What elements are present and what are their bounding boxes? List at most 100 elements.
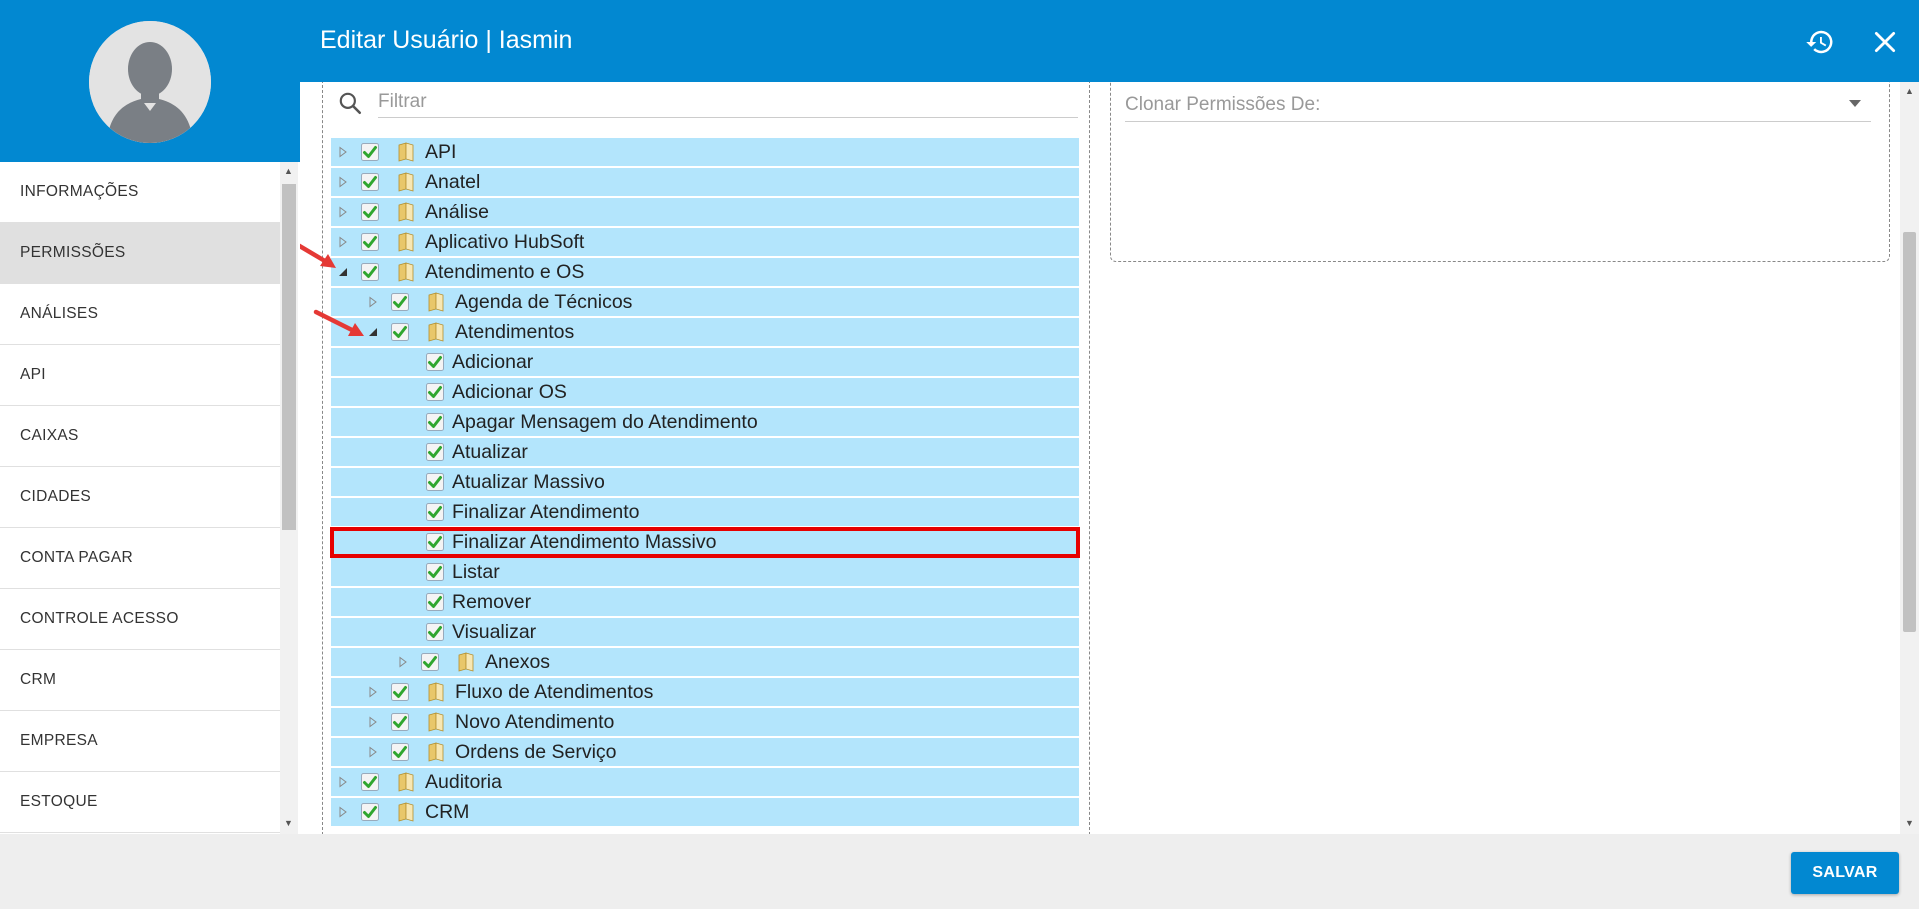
clone-permissions-select[interactable]: Clonar Permissões De: bbox=[1125, 88, 1871, 122]
checkbox-checked-icon[interactable] bbox=[391, 323, 409, 341]
sidebar-item-api[interactable]: API bbox=[0, 345, 280, 406]
checkbox-checked-icon[interactable] bbox=[361, 233, 379, 251]
tree-folder-row[interactable]: Anexos bbox=[331, 648, 1079, 677]
sidebar-item-estoque[interactable]: ESTOQUE bbox=[0, 772, 280, 833]
collapsed-triangle-icon[interactable] bbox=[337, 206, 349, 218]
collapsed-triangle-icon[interactable] bbox=[367, 296, 379, 308]
collapsed-triangle-icon[interactable] bbox=[337, 176, 349, 188]
scroll-down-icon[interactable]: ▼ bbox=[284, 818, 293, 828]
user-silhouette-icon bbox=[89, 21, 211, 143]
tree-permission-row[interactable]: Remover bbox=[331, 588, 1079, 617]
tree-permission-row[interactable]: Finalizar Atendimento Massivo bbox=[330, 527, 1080, 558]
checkbox-checked-icon[interactable] bbox=[361, 773, 379, 791]
collapsed-triangle-icon[interactable] bbox=[337, 146, 349, 158]
checkbox-checked-icon[interactable] bbox=[426, 593, 444, 611]
tree-permission-row[interactable]: Finalizar Atendimento bbox=[331, 498, 1079, 527]
tree-folder-row[interactable]: Agenda de Técnicos bbox=[331, 288, 1079, 317]
checkbox-checked-icon[interactable] bbox=[426, 383, 444, 401]
sidebar-item-empresa[interactable]: EMPRESA bbox=[0, 711, 280, 772]
checkbox-checked-icon[interactable] bbox=[426, 473, 444, 491]
sidebar-item-controle-acesso[interactable]: CONTROLE ACESSO bbox=[0, 589, 280, 650]
tree-permission-row[interactable]: Listar bbox=[331, 558, 1079, 587]
tree-node-label: Novo Atendimento bbox=[455, 710, 615, 733]
scroll-up-icon[interactable]: ▲ bbox=[1905, 86, 1914, 96]
folder-icon bbox=[427, 742, 445, 762]
checkbox-checked-icon[interactable] bbox=[421, 653, 439, 671]
folder-icon bbox=[427, 292, 445, 312]
clone-permissions-placeholder: Clonar Permissões De: bbox=[1125, 93, 1321, 115]
sidebar-item-conta-pagar[interactable]: CONTA PAGAR bbox=[0, 528, 280, 589]
folder-icon bbox=[397, 262, 415, 282]
tree-folder-row[interactable]: Atendimento e OS bbox=[331, 258, 1079, 287]
sidebar-item-analises[interactable]: ANÁLISES bbox=[0, 284, 280, 345]
tree-node-label: Agenda de Técnicos bbox=[455, 290, 633, 313]
tree-permission-row[interactable]: Visualizar bbox=[331, 618, 1079, 647]
close-button[interactable] bbox=[1865, 22, 1905, 62]
sidebar-item-crm[interactable]: CRM bbox=[0, 650, 280, 711]
folder-icon bbox=[397, 772, 415, 792]
checkbox-checked-icon[interactable] bbox=[361, 143, 379, 161]
save-button[interactable]: SALVAR bbox=[1791, 852, 1899, 894]
content-scroll-thumb[interactable] bbox=[1903, 232, 1916, 632]
folder-icon bbox=[427, 712, 445, 732]
tree-node-label: Adicionar bbox=[452, 350, 534, 373]
tree-node-label: Fluxo de Atendimentos bbox=[455, 680, 654, 703]
scroll-up-icon[interactable]: ▲ bbox=[284, 166, 293, 176]
checkbox-checked-icon[interactable] bbox=[426, 533, 444, 551]
content-scrollbar[interactable]: ▲ ▼ bbox=[1900, 82, 1919, 834]
checkbox-checked-icon[interactable] bbox=[426, 623, 444, 641]
checkbox-checked-icon[interactable] bbox=[391, 683, 409, 701]
tree-node-label: Remover bbox=[452, 590, 532, 613]
tree-node-label: Atendimentos bbox=[455, 320, 575, 343]
tree-folder-row[interactable]: Atendimentos bbox=[331, 318, 1079, 347]
filter-input[interactable] bbox=[378, 86, 1078, 118]
sidebar-scroll-thumb[interactable] bbox=[282, 184, 296, 530]
permissions-content: API Anatel Análise Aplicativo HubSoft Atendi… bbox=[300, 82, 1919, 834]
checkbox-checked-icon[interactable] bbox=[391, 293, 409, 311]
avatar[interactable] bbox=[89, 21, 211, 143]
checkbox-checked-icon[interactable] bbox=[426, 503, 444, 521]
tree-folder-row[interactable]: Ordens de Serviço bbox=[331, 738, 1079, 767]
sidebar-scrollbar[interactable]: ▲ ▼ bbox=[280, 162, 298, 834]
tree-node-label: Atualizar bbox=[452, 440, 528, 463]
tree-folder-row[interactable]: API bbox=[331, 138, 1079, 167]
tree-folder-row[interactable]: Fluxo de Atendimentos bbox=[331, 678, 1079, 707]
tree-permission-row[interactable]: Adicionar bbox=[331, 348, 1079, 377]
checkbox-checked-icon[interactable] bbox=[391, 713, 409, 731]
tree-folder-row[interactable]: CRM bbox=[331, 798, 1079, 827]
checkbox-checked-icon[interactable] bbox=[361, 803, 379, 821]
sidebar-item-informacoes[interactable]: INFORMAÇÕES bbox=[0, 162, 280, 223]
tree-node-label: Visualizar bbox=[452, 620, 537, 643]
tree-permission-row[interactable]: Atualizar bbox=[331, 438, 1079, 467]
collapsed-triangle-icon[interactable] bbox=[367, 716, 379, 728]
permissions-tree-panel: API Anatel Análise Aplicativo HubSoft Atendi… bbox=[322, 82, 1090, 834]
checkbox-checked-icon[interactable] bbox=[361, 263, 379, 281]
checkbox-checked-icon[interactable] bbox=[426, 353, 444, 371]
checkbox-checked-icon[interactable] bbox=[426, 413, 444, 431]
tree-node-label: Análise bbox=[425, 200, 489, 223]
checkbox-checked-icon[interactable] bbox=[361, 173, 379, 191]
tree-folder-row[interactable]: Aplicativo HubSoft bbox=[331, 228, 1079, 257]
sidebar-item-cidades[interactable]: CIDADES bbox=[0, 467, 280, 528]
collapsed-triangle-icon[interactable] bbox=[367, 746, 379, 758]
tree-folder-row[interactable]: Novo Atendimento bbox=[331, 708, 1079, 737]
collapsed-triangle-icon[interactable] bbox=[397, 656, 409, 668]
checkbox-checked-icon[interactable] bbox=[361, 203, 379, 221]
sidebar-item-caixas[interactable]: CAIXAS bbox=[0, 406, 280, 467]
scroll-down-icon[interactable]: ▼ bbox=[1905, 818, 1914, 828]
tree-folder-row[interactable]: Anatel bbox=[331, 168, 1079, 197]
collapsed-triangle-icon[interactable] bbox=[367, 686, 379, 698]
tree-permission-row[interactable]: Apagar Mensagem do Atendimento bbox=[331, 408, 1079, 437]
history-button[interactable] bbox=[1800, 22, 1840, 62]
collapsed-triangle-icon[interactable] bbox=[337, 776, 349, 788]
tree-folder-row[interactable]: Análise bbox=[331, 198, 1079, 227]
collapsed-triangle-icon[interactable] bbox=[337, 806, 349, 818]
tree-permission-row[interactable]: Atualizar Massivo bbox=[331, 468, 1079, 497]
tree-permission-row[interactable]: Adicionar OS bbox=[331, 378, 1079, 407]
sidebar-item-permissoes[interactable]: PERMISSÕES bbox=[0, 223, 280, 284]
tree-folder-row[interactable]: Auditoria bbox=[331, 768, 1079, 797]
checkbox-checked-icon[interactable] bbox=[426, 443, 444, 461]
tree-node-label: Atualizar Massivo bbox=[452, 470, 605, 493]
checkbox-checked-icon[interactable] bbox=[391, 743, 409, 761]
checkbox-checked-icon[interactable] bbox=[426, 563, 444, 581]
